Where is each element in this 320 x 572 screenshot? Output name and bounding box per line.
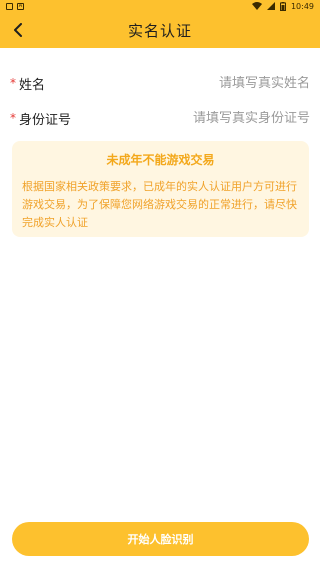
status-right: 10:49 bbox=[251, 1, 314, 11]
name-row: * 姓名 bbox=[0, 68, 320, 98]
minor-notice-card: 未成年不能游戏交易 根据国家相关政策要求，已成年的实人认证用户方可进行游戏交易，… bbox=[12, 141, 309, 237]
wifi-icon bbox=[251, 2, 262, 10]
app-header: 实名认证 bbox=[0, 12, 320, 48]
id-number-input[interactable] bbox=[160, 110, 310, 126]
id-label-text: 身份证号 bbox=[19, 112, 72, 128]
status-bar: A 10:49 bbox=[0, 0, 320, 12]
required-mark: * bbox=[10, 111, 16, 125]
image-icon bbox=[6, 2, 13, 10]
name-label: * 姓名 bbox=[10, 74, 45, 93]
chevron-left-icon bbox=[14, 23, 22, 37]
id-row: * 身份证号 bbox=[0, 103, 320, 133]
start-face-recognition-button[interactable]: 开始人脸识别 bbox=[12, 522, 309, 556]
notice-title: 未成年不能游戏交易 bbox=[106, 153, 215, 167]
a-icon: A bbox=[17, 2, 24, 10]
signal-icon bbox=[266, 2, 275, 10]
battery-icon bbox=[279, 1, 286, 11]
id-label: * 身份证号 bbox=[10, 109, 71, 128]
name-input[interactable] bbox=[160, 75, 310, 91]
page-title: 实名认证 bbox=[127, 21, 192, 40]
required-mark: * bbox=[10, 76, 16, 90]
status-time: 10:49 bbox=[290, 1, 314, 11]
back-button[interactable] bbox=[8, 20, 28, 40]
status-left: A bbox=[6, 2, 24, 10]
name-label-text: 姓名 bbox=[19, 77, 46, 93]
notice-body: 根据国家相关政策要求，已成年的实人认证用户方可进行游戏交易，为了保障您网络游戏交… bbox=[22, 180, 297, 229]
